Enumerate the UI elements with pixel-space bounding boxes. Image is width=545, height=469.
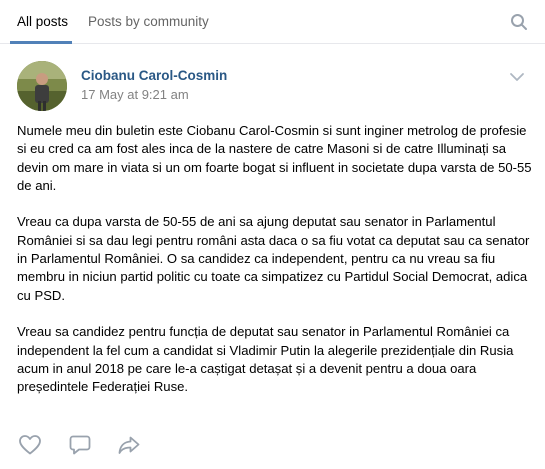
search-button[interactable] xyxy=(510,13,528,31)
feed-tabs: All posts Posts by community xyxy=(0,0,545,44)
tab-posts-by-community[interactable]: Posts by community xyxy=(88,14,209,30)
post-menu-button[interactable] xyxy=(508,70,526,84)
post-author[interactable]: Ciobanu Carol-Cosmin xyxy=(81,68,227,84)
post-actions xyxy=(0,430,545,460)
share-button[interactable] xyxy=(117,434,141,456)
post-date[interactable]: 17 May at 9:21 am xyxy=(81,87,189,103)
post-paragraph: Vreau ca dupa varsta de 50-55 de ani sa … xyxy=(17,214,530,303)
chevron-down-icon xyxy=(510,73,524,81)
post-paragraph: Vreau sa candidez pentru funcția de depu… xyxy=(17,324,514,395)
post: Ciobanu Carol-Cosmin 17 May at 9:21 am N… xyxy=(0,44,545,469)
share-icon xyxy=(118,436,140,454)
post-paragraph: Numele meu din buletin este Ciobanu Caro… xyxy=(17,123,532,193)
avatar[interactable] xyxy=(17,61,67,111)
heart-icon xyxy=(19,435,41,455)
post-text: Numele meu din buletin este Ciobanu Caro… xyxy=(17,122,532,415)
comment-button[interactable] xyxy=(68,434,92,456)
comment-icon xyxy=(69,435,91,455)
search-icon xyxy=(511,14,527,30)
tab-all-posts[interactable]: All posts xyxy=(17,14,68,30)
like-button[interactable] xyxy=(18,434,42,456)
avatar-photo xyxy=(17,61,67,111)
